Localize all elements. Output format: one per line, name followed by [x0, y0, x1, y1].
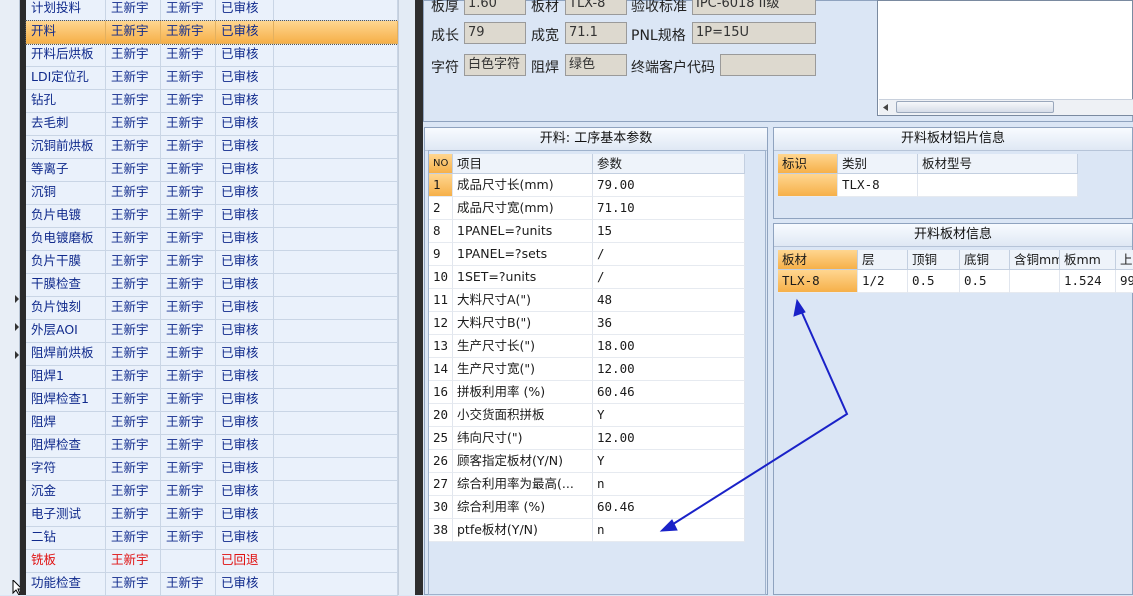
annotation-arrow-overlay — [659, 298, 849, 532]
annotation-arrowhead-down — [659, 519, 678, 532]
annotation-arrow-line — [669, 305, 849, 527]
